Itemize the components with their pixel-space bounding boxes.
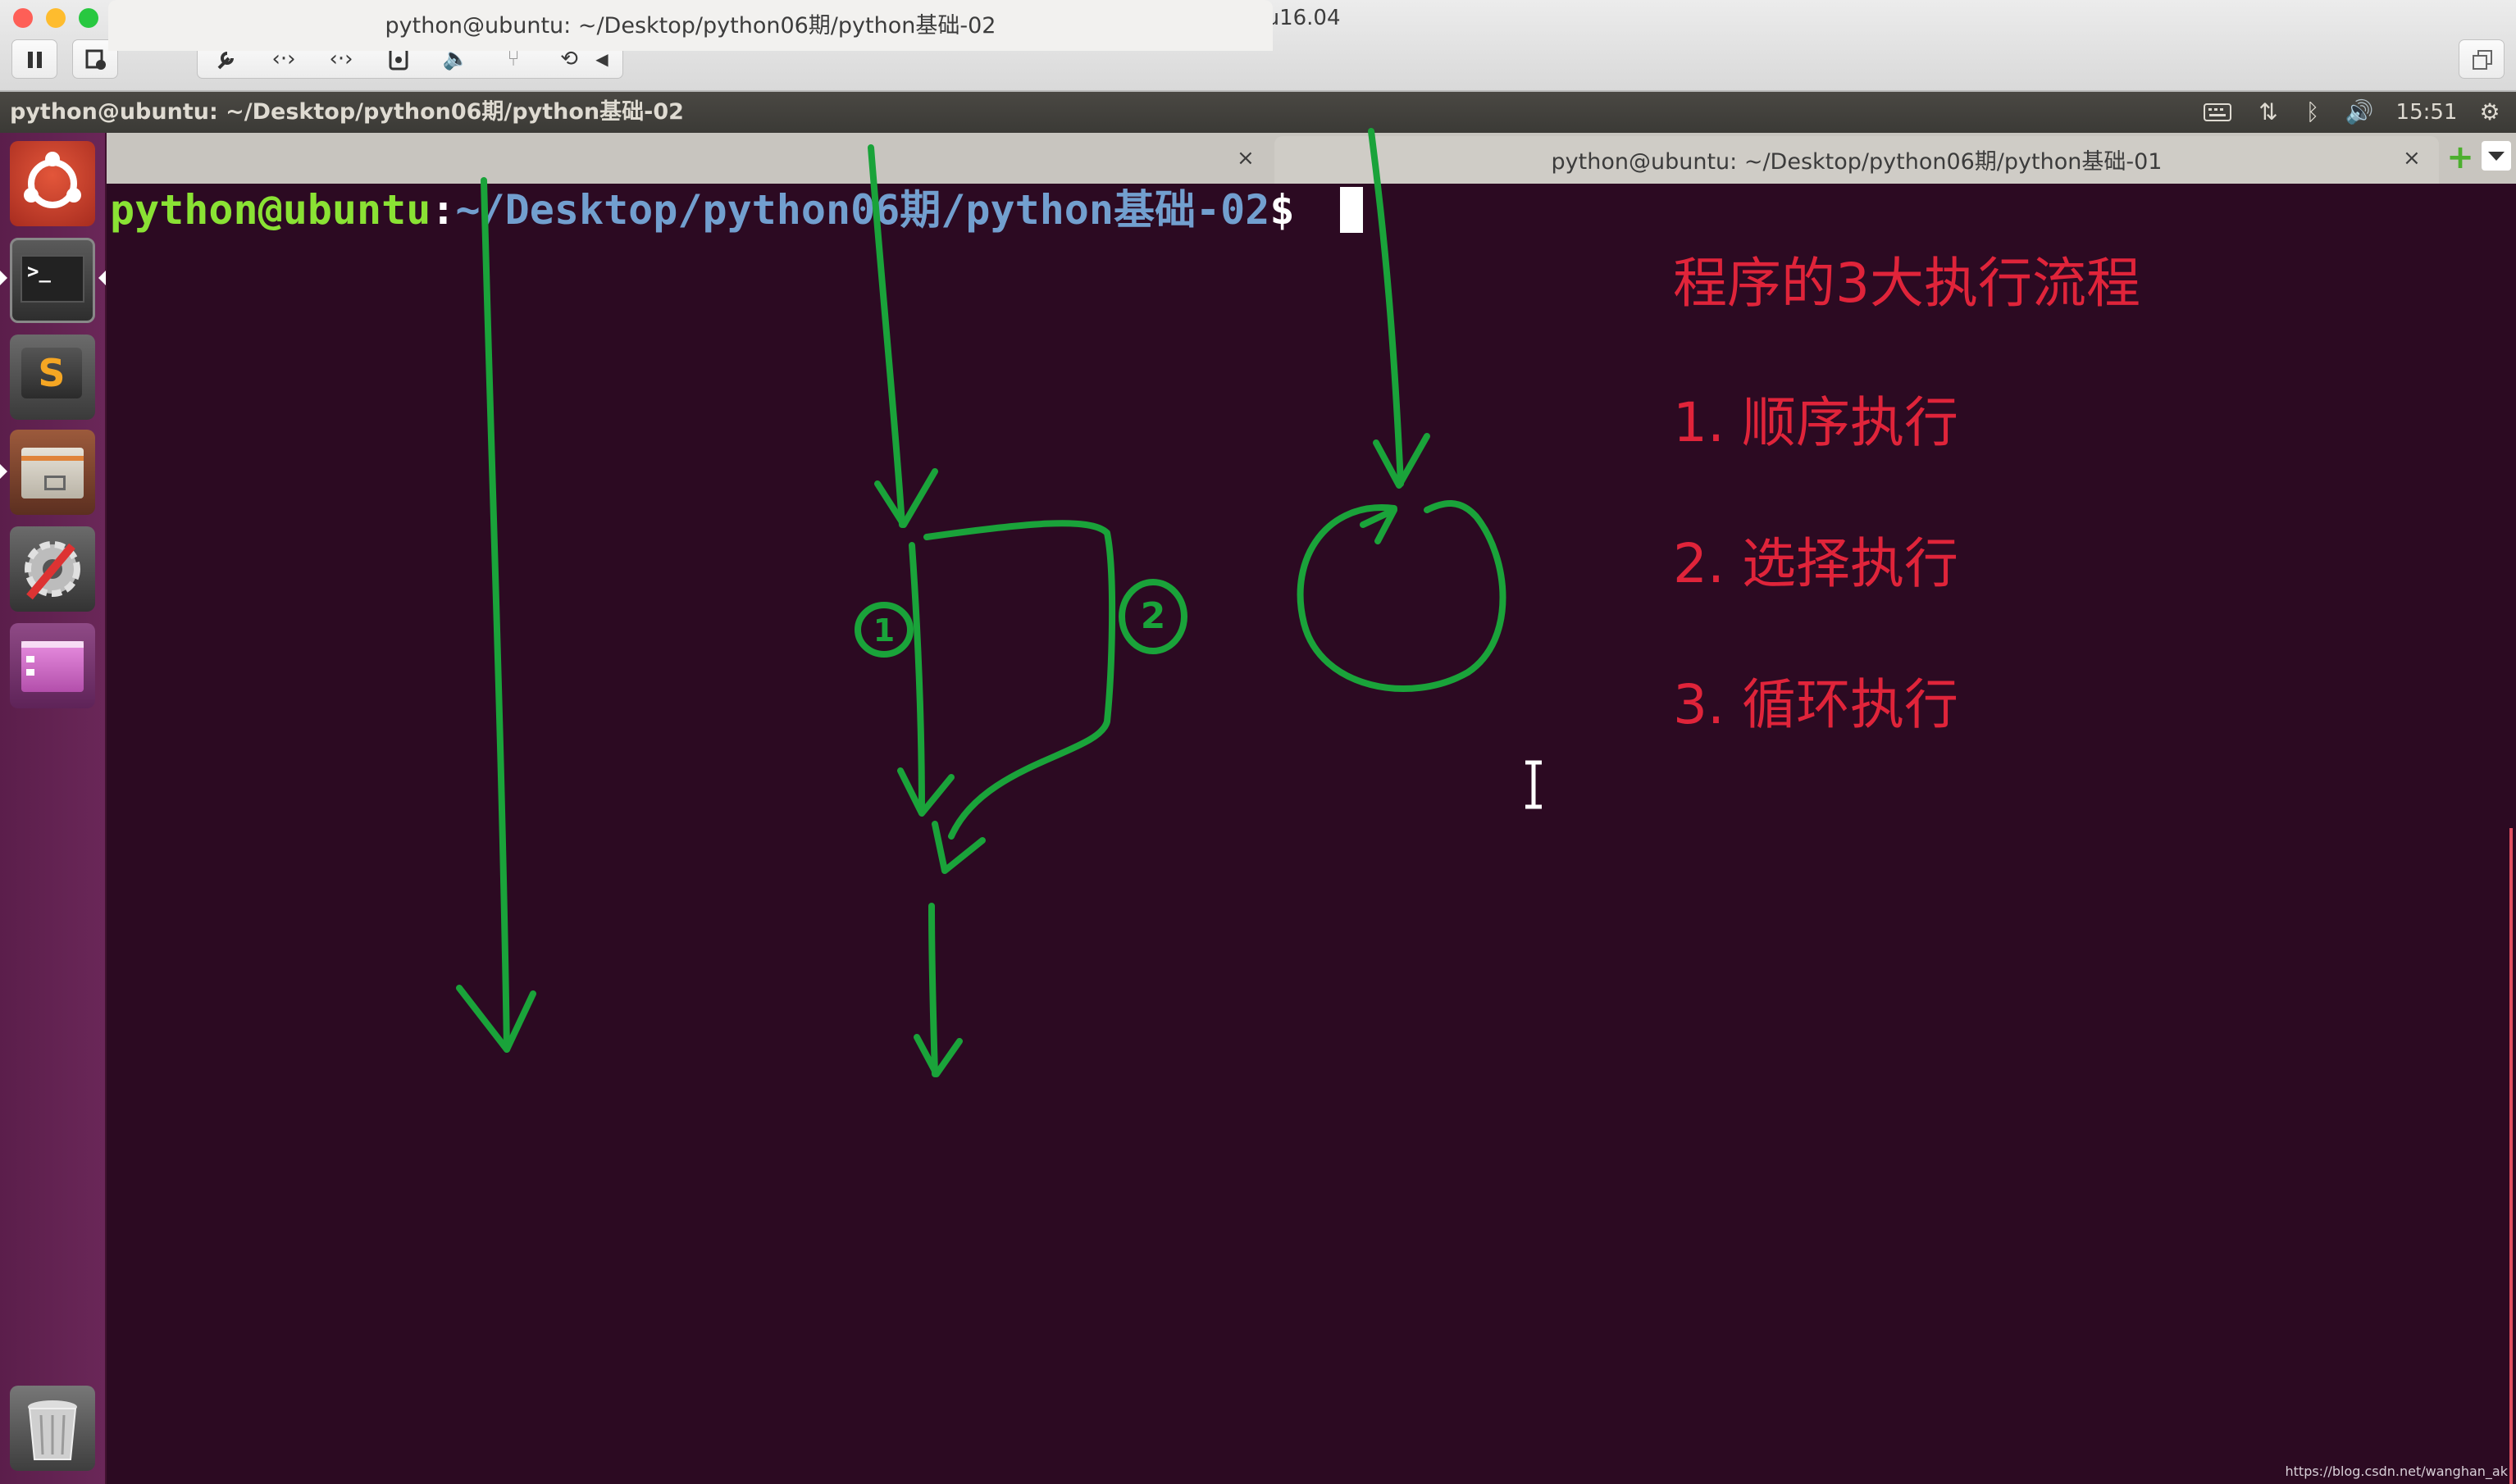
branch-1-label: 1 <box>873 612 895 649</box>
note-selection: 2. 选择执行 <box>1673 532 1958 595</box>
note-loop: 3. 循环执行 <box>1673 673 1958 736</box>
selection-exit-arrowhead <box>914 1034 963 1077</box>
sequence-arrowhead <box>456 985 536 1053</box>
text-cursor-icon <box>1525 760 1542 809</box>
notes-heading: 程序的3大执行流程 <box>1673 252 2140 315</box>
selection-entry-line <box>868 144 905 528</box>
selection-entry-arrowhead <box>874 468 938 528</box>
loop-circle <box>1297 499 1506 692</box>
note-sequential: 1. 顺序执行 <box>1673 391 1958 454</box>
selection-exit-line <box>928 903 938 1077</box>
watermark-text: https://blog.csdn.net/wanghan_ak <box>2285 1464 2509 1479</box>
branch-2-label: 2 <box>1141 595 1166 637</box>
selection-branch-1 <box>909 542 925 815</box>
selection-branch-2 <box>923 520 1116 840</box>
selection-branch-1-arrowhead <box>897 767 955 817</box>
sequence-flow-line <box>481 177 510 1053</box>
selection-branch-2-arrowhead <box>932 821 986 874</box>
loop-arrowhead <box>1360 507 1397 544</box>
flow-drawing-layer: 1 2 <box>456 128 1542 1077</box>
scroll-indicator[interactable] <box>2509 828 2513 1484</box>
loop-entry-line <box>1368 128 1404 487</box>
